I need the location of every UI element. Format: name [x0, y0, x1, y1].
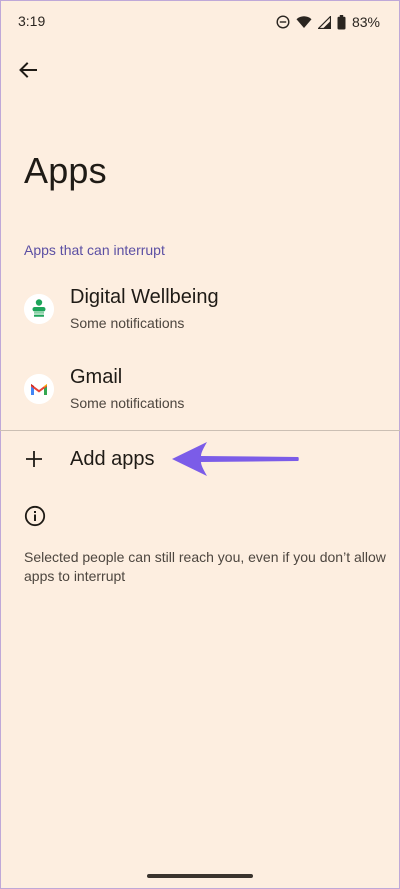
battery-percent: 83% [351, 14, 380, 30]
add-apps-label: Add apps [70, 448, 155, 470]
battery-icon [337, 14, 346, 30]
app-name: Gmail [70, 366, 123, 388]
digital-wellbeing-icon [24, 294, 54, 324]
status-indicators: 83% [276, 12, 380, 32]
status-bar: 3:19 83% [0, 0, 400, 44]
gmail-icon [24, 374, 54, 404]
back-button[interactable] [10, 52, 46, 88]
info-icon [24, 505, 46, 527]
do-not-disturb-icon [276, 15, 290, 29]
footer-text: Selected people can still reach you, eve… [24, 549, 386, 584]
app-name: Digital Wellbeing [70, 286, 219, 308]
home-indicator[interactable] [147, 874, 253, 878]
plus-icon [26, 451, 42, 467]
cell-signal-icon [317, 15, 331, 29]
app-row-digital-wellbeing[interactable]: Digital Wellbeing Some notifications [0, 278, 400, 350]
app-row-gmail[interactable]: Gmail Some notifications [0, 358, 400, 430]
arrow-left-icon [19, 62, 37, 78]
section-header: Apps that can interrupt [24, 242, 165, 258]
app-subtitle: Some notifications [70, 395, 185, 411]
page-title: Apps [24, 150, 107, 191]
app-subtitle: Some notifications [70, 315, 185, 331]
status-time: 3:19 [18, 13, 46, 29]
wifi-icon [296, 15, 312, 29]
divider [0, 430, 400, 431]
annotation-arrow-icon [172, 442, 299, 476]
